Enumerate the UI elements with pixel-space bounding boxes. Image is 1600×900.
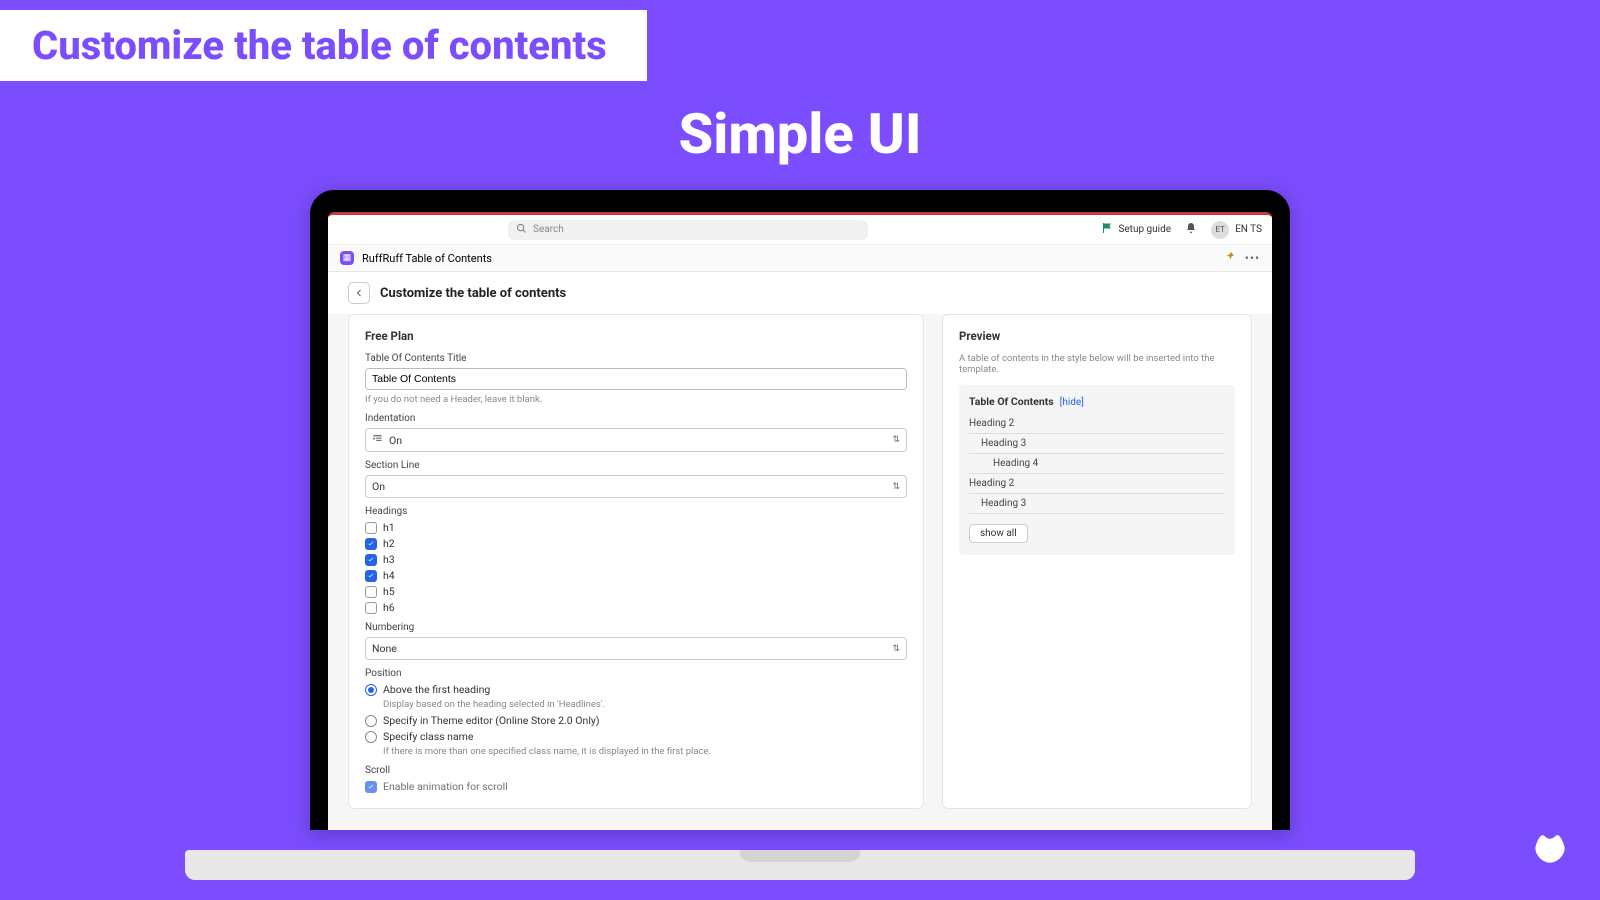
heading-label: h6 (383, 601, 395, 614)
setup-guide-label: Setup guide (1118, 224, 1171, 235)
page-header: Customize the table of contents (328, 272, 1272, 314)
section-line-value: On (372, 480, 385, 493)
position-label: Specify in Theme editor (Online Store 2.… (383, 714, 600, 727)
scroll-checkbox-row[interactable]: Enable animation for scroll (365, 780, 907, 793)
position-label: Position (365, 668, 907, 679)
checkbox-icon (365, 586, 377, 598)
checkbox-icon (365, 570, 377, 582)
show-all-button[interactable]: show all (969, 524, 1028, 543)
position-radio-row[interactable]: Above the first heading (365, 683, 907, 696)
preview-toc-item[interactable]: Heading 3 (969, 494, 1225, 514)
numbering-label: Numbering (365, 622, 907, 633)
hero-title: Simple UI (0, 101, 1600, 167)
checkbox-icon (365, 781, 377, 793)
plan-title: Free Plan (365, 329, 907, 343)
appbar: ▦ RuffRuff Table of Contents ••• (328, 245, 1272, 272)
preview-toc-item[interactable]: Heading 3 (969, 434, 1225, 454)
heading-label: h2 (383, 537, 395, 550)
avatar[interactable]: ET (1211, 221, 1229, 239)
preview-toc-item[interactable]: Heading 2 (969, 414, 1225, 434)
numbering-value: None (372, 642, 397, 655)
scroll-label: Scroll (365, 765, 907, 776)
section-line-select[interactable]: On ⇅ (365, 475, 907, 498)
scroll-option-label: Enable animation for scroll (383, 780, 508, 793)
indent-icon (372, 433, 383, 447)
laptop-notch (740, 850, 860, 862)
heading-checkbox-row[interactable]: h1 (365, 521, 907, 534)
checkbox-icon (365, 554, 377, 566)
heading-checkbox-row[interactable]: h2 (365, 537, 907, 550)
notifications-icon[interactable] (1185, 222, 1197, 237)
preview-title: Preview (959, 329, 1235, 343)
preview-box: Table Of Contents [hide] Heading 2Headin… (959, 385, 1235, 555)
avatar-initials: ET (1215, 225, 1224, 234)
search-input[interactable]: Search (508, 220, 868, 240)
position-help: Display based on the heading selected in… (383, 699, 907, 710)
headings-label: Headings (365, 506, 907, 517)
heading-checkbox-row[interactable]: h4 (365, 569, 907, 582)
heading-checkbox-row[interactable]: h5 (365, 585, 907, 598)
checkbox-icon (365, 522, 377, 534)
more-icon[interactable]: ••• (1245, 251, 1260, 265)
position-list: Above the first heading Display based on … (365, 683, 907, 757)
banner-text: Customize the table of contents (32, 22, 607, 69)
position-label: Specify class name (383, 730, 473, 743)
preview-toc-item[interactable]: Heading 2 (969, 474, 1225, 494)
back-button[interactable] (348, 282, 370, 304)
checkbox-icon (365, 538, 377, 550)
toc-title-help: If you do not need a Header, leave it bl… (365, 394, 907, 405)
indentation-label: Indentation (365, 413, 907, 424)
search-icon (516, 223, 533, 237)
brand-logo-icon (1528, 826, 1572, 874)
app-icon: ▦ (340, 251, 354, 265)
position-radio-row[interactable]: Specify in Theme editor (Online Store 2.… (365, 714, 907, 727)
pin-icon[interactable] (1224, 251, 1235, 265)
topbar: Search Setup guide ET EN TS (328, 215, 1272, 245)
preview-toc-hide[interactable]: [hide] (1060, 397, 1084, 408)
setup-guide-link[interactable]: Setup guide (1101, 222, 1171, 237)
indentation-select[interactable]: On ⇅ (365, 428, 907, 452)
app-screen: Search Setup guide ET EN TS ▦ RuffRuff T… (328, 212, 1272, 830)
heading-checkbox-row[interactable]: h6 (365, 601, 907, 614)
position-radio-row[interactable]: Specify class name (365, 730, 907, 743)
chevron-updown-icon: ⇅ (892, 644, 900, 654)
page-title: Customize the table of contents (380, 286, 566, 301)
settings-card: Free Plan Table Of Contents Title If you… (348, 314, 924, 809)
heading-label: h3 (383, 553, 395, 566)
preview-toc-items: Heading 2Heading 3Heading 4Heading 2Head… (969, 414, 1225, 514)
indentation-value: On (389, 434, 402, 447)
laptop-base (185, 850, 1415, 880)
preview-toc-item[interactable]: Heading 4 (969, 454, 1225, 474)
content-area: Free Plan Table Of Contents Title If you… (328, 314, 1272, 829)
laptop-bezel: Search Setup guide ET EN TS ▦ RuffRuff T… (310, 190, 1290, 830)
preview-card: Preview A table of contents in the style… (942, 314, 1252, 809)
radio-icon (365, 715, 377, 727)
flag-icon (1101, 222, 1113, 237)
chevron-updown-icon: ⇅ (892, 482, 900, 492)
arrow-left-icon (354, 288, 364, 298)
radio-icon (365, 731, 377, 743)
toc-title-input[interactable] (365, 368, 907, 390)
section-line-label: Section Line (365, 460, 907, 471)
user-label: EN TS (1235, 224, 1262, 235)
preview-desc: A table of contents in the style below w… (959, 353, 1235, 375)
checkbox-icon (365, 602, 377, 614)
preview-toc-title: Table Of Contents (969, 395, 1054, 408)
app-name: RuffRuff Table of Contents (362, 252, 492, 265)
position-help: If there is more than one specified clas… (383, 746, 907, 757)
search-placeholder: Search (533, 224, 564, 235)
banner: Customize the table of contents (0, 10, 647, 81)
heading-checkbox-row[interactable]: h3 (365, 553, 907, 566)
laptop-mockup: Search Setup guide ET EN TS ▦ RuffRuff T… (310, 190, 1290, 830)
chevron-updown-icon: ⇅ (892, 435, 900, 445)
heading-label: h5 (383, 585, 395, 598)
position-label: Above the first heading (383, 683, 490, 696)
headings-list: h1 h2 h3 h4 h5 h6 (365, 521, 907, 614)
toc-title-label: Table Of Contents Title (365, 353, 907, 364)
heading-label: h1 (383, 521, 395, 534)
heading-label: h4 (383, 569, 395, 582)
numbering-select[interactable]: None ⇅ (365, 637, 907, 660)
radio-icon (365, 684, 377, 696)
